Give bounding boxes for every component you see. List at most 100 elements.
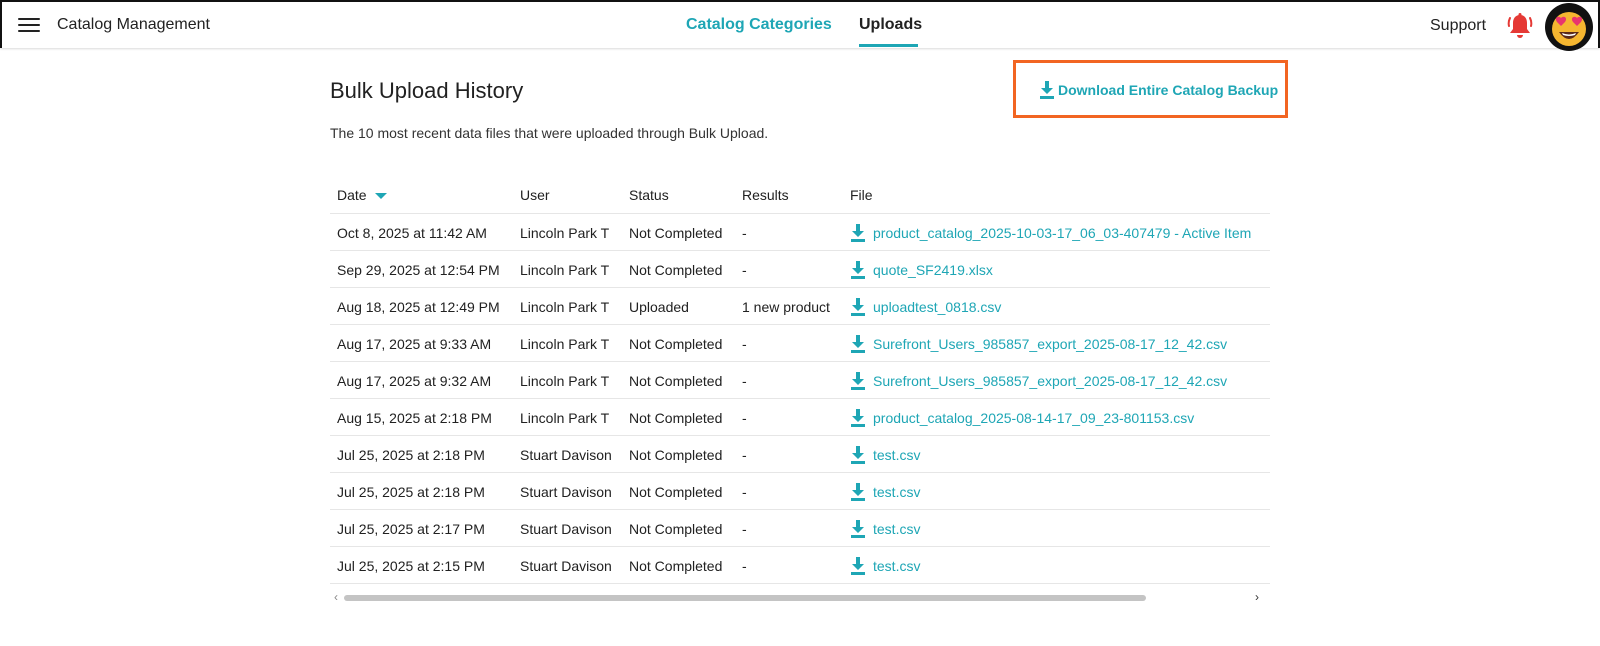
- bell-icon[interactable]: [1507, 12, 1533, 40]
- tab-uploads[interactable]: Uploads: [859, 16, 922, 34]
- app-title: Catalog Management: [57, 16, 210, 33]
- cell-status: Not Completed: [629, 484, 723, 500]
- file-download-link[interactable]: test.csv: [850, 555, 920, 577]
- cell-date: Aug 17, 2025 at 9:33 AM: [337, 336, 492, 352]
- cell-user: Lincoln Park T: [520, 373, 610, 389]
- file-name: Surefront_Users_985857_export_2025-08-17…: [873, 336, 1228, 352]
- file-download-link[interactable]: quote_SF2419.xlsx: [850, 259, 993, 281]
- cell-status: Not Completed: [629, 558, 723, 574]
- file-download-link[interactable]: test.csv: [850, 444, 920, 466]
- cell-user: Lincoln Park T: [520, 225, 610, 241]
- cell-status: Not Completed: [629, 521, 723, 537]
- cell-date: Jul 25, 2025 at 2:18 PM: [337, 447, 485, 463]
- cell-user: Stuart Davison: [520, 447, 612, 463]
- support-link[interactable]: Support: [1430, 17, 1486, 35]
- file-name: test.csv: [873, 558, 921, 574]
- download-icon: [851, 445, 865, 464]
- cell-user: Lincoln Park T: [520, 336, 610, 352]
- table-row: Aug 17, 2025 at 9:33 AM Lincoln Park T N…: [330, 325, 1270, 362]
- top-app-bar: Catalog Management Catalog Categories Up…: [0, 0, 1600, 51]
- cell-user: Lincoln Park T: [520, 262, 610, 278]
- table-row: Aug 18, 2025 at 12:49 PM Lincoln Park T …: [330, 288, 1270, 325]
- download-icon: [851, 223, 865, 242]
- page-title: Bulk Upload History: [330, 78, 524, 103]
- download-icon: [851, 408, 865, 427]
- file-name: test.csv: [873, 521, 921, 537]
- cell-results: -: [742, 225, 747, 241]
- cell-date: Jul 25, 2025 at 2:15 PM: [337, 558, 485, 574]
- table-row: Jul 25, 2025 at 2:15 PM Stuart Davison N…: [330, 547, 1270, 584]
- cell-results: -: [742, 262, 747, 278]
- cell-date: Sep 29, 2025 at 12:54 PM: [337, 262, 500, 278]
- file-name: quote_SF2419.xlsx: [873, 262, 993, 278]
- cell-date: Jul 25, 2025 at 2:18 PM: [337, 484, 485, 500]
- table-row: Aug 17, 2025 at 9:32 AM Lincoln Park T N…: [330, 362, 1270, 399]
- heart-eyes-emoji-icon: [1552, 12, 1586, 46]
- cell-status: Not Completed: [629, 410, 723, 426]
- cell-user: Stuart Davison: [520, 558, 612, 574]
- table-row: Sep 29, 2025 at 12:54 PM Lincoln Park T …: [330, 251, 1270, 288]
- file-name: uploadtest_0818.csv: [873, 299, 1002, 315]
- cell-status: Not Completed: [629, 225, 723, 241]
- table-row: Aug 15, 2025 at 2:18 PM Lincoln Park T N…: [330, 399, 1270, 436]
- table-horizontal-scrollbar[interactable]: ‹ ›: [330, 590, 1270, 604]
- column-header-date[interactable]: Date: [337, 187, 387, 203]
- file-name: Surefront_Users_985857_export_2025-08-17…: [873, 373, 1228, 389]
- cell-status: Not Completed: [629, 447, 723, 463]
- file-name: product_catalog_2025-08-14-17_09_23-8011…: [873, 410, 1195, 426]
- file-name: product_catalog_2025-10-03-17_06_03-4074…: [873, 225, 1252, 241]
- sort-descending-icon[interactable]: [374, 193, 387, 200]
- file-download-link[interactable]: Surefront_Users_985857_export_2025-08-17…: [850, 370, 1227, 392]
- file-download-link[interactable]: product_catalog_2025-08-14-17_09_23-8011…: [850, 407, 1194, 429]
- file-download-link[interactable]: Surefront_Users_985857_export_2025-08-17…: [850, 333, 1227, 355]
- cell-status: Not Completed: [629, 262, 723, 278]
- download-icon: [851, 260, 865, 279]
- column-header-file: File: [850, 187, 873, 203]
- file-name: test.csv: [873, 484, 921, 500]
- cell-date: Oct 8, 2025 at 11:42 AM: [337, 225, 487, 241]
- hamburger-menu-icon[interactable]: [18, 16, 40, 34]
- column-header-results: Results: [742, 187, 789, 203]
- download-icon: [851, 334, 865, 353]
- cell-status: Not Completed: [629, 373, 723, 389]
- cell-results: -: [742, 521, 747, 537]
- file-download-link[interactable]: test.csv: [850, 481, 920, 503]
- cell-status: Not Completed: [629, 336, 723, 352]
- download-icon: [851, 519, 865, 538]
- download-icon: [851, 371, 865, 390]
- cell-results: -: [742, 410, 747, 426]
- scroll-right-arrow-icon[interactable]: ›: [1255, 590, 1259, 604]
- scroll-left-arrow-icon[interactable]: ‹: [334, 590, 338, 604]
- download-icon: [851, 556, 865, 575]
- cell-results: -: [742, 336, 747, 352]
- upload-history-table: Date User Status Results File Oct 8, 202…: [330, 175, 1270, 607]
- scrollbar-thumb[interactable]: [344, 595, 1146, 601]
- download-catalog-backup-label: Download Entire Catalog Backup: [1058, 82, 1279, 98]
- download-icon: [851, 297, 865, 316]
- download-icon: [851, 482, 865, 501]
- tab-catalog-categories[interactable]: Catalog Categories: [686, 16, 832, 34]
- table-row: Jul 25, 2025 at 2:18 PM Stuart Davison N…: [330, 436, 1270, 473]
- column-header-user: User: [520, 187, 550, 203]
- cell-results: -: [742, 447, 747, 463]
- cell-status: Uploaded: [629, 299, 689, 315]
- user-avatar[interactable]: [1545, 3, 1593, 51]
- cell-results: 1 new product: [742, 299, 830, 315]
- cell-date: Jul 25, 2025 at 2:17 PM: [337, 521, 485, 537]
- table-header-row: Date User Status Results File: [330, 175, 1270, 214]
- download-icon: [1040, 81, 1054, 99]
- column-header-status: Status: [629, 187, 669, 203]
- table-row: Jul 25, 2025 at 2:18 PM Stuart Davison N…: [330, 473, 1270, 510]
- cell-date: Aug 18, 2025 at 12:49 PM: [337, 299, 500, 315]
- cell-user: Stuart Davison: [520, 521, 612, 537]
- file-download-link[interactable]: product_catalog_2025-10-03-17_06_03-4074…: [850, 222, 1251, 244]
- file-name: test.csv: [873, 447, 921, 463]
- cell-results: -: [742, 373, 747, 389]
- file-download-link[interactable]: uploadtest_0818.csv: [850, 296, 1001, 318]
- table-row: Jul 25, 2025 at 2:17 PM Stuart Davison N…: [330, 510, 1270, 547]
- cell-user: Stuart Davison: [520, 484, 612, 500]
- file-download-link[interactable]: test.csv: [850, 518, 920, 540]
- download-catalog-backup-button[interactable]: Download Entire Catalog Backup: [1013, 60, 1288, 118]
- page-subtitle: The 10 most recent data files that were …: [330, 125, 769, 141]
- cell-results: -: [742, 484, 747, 500]
